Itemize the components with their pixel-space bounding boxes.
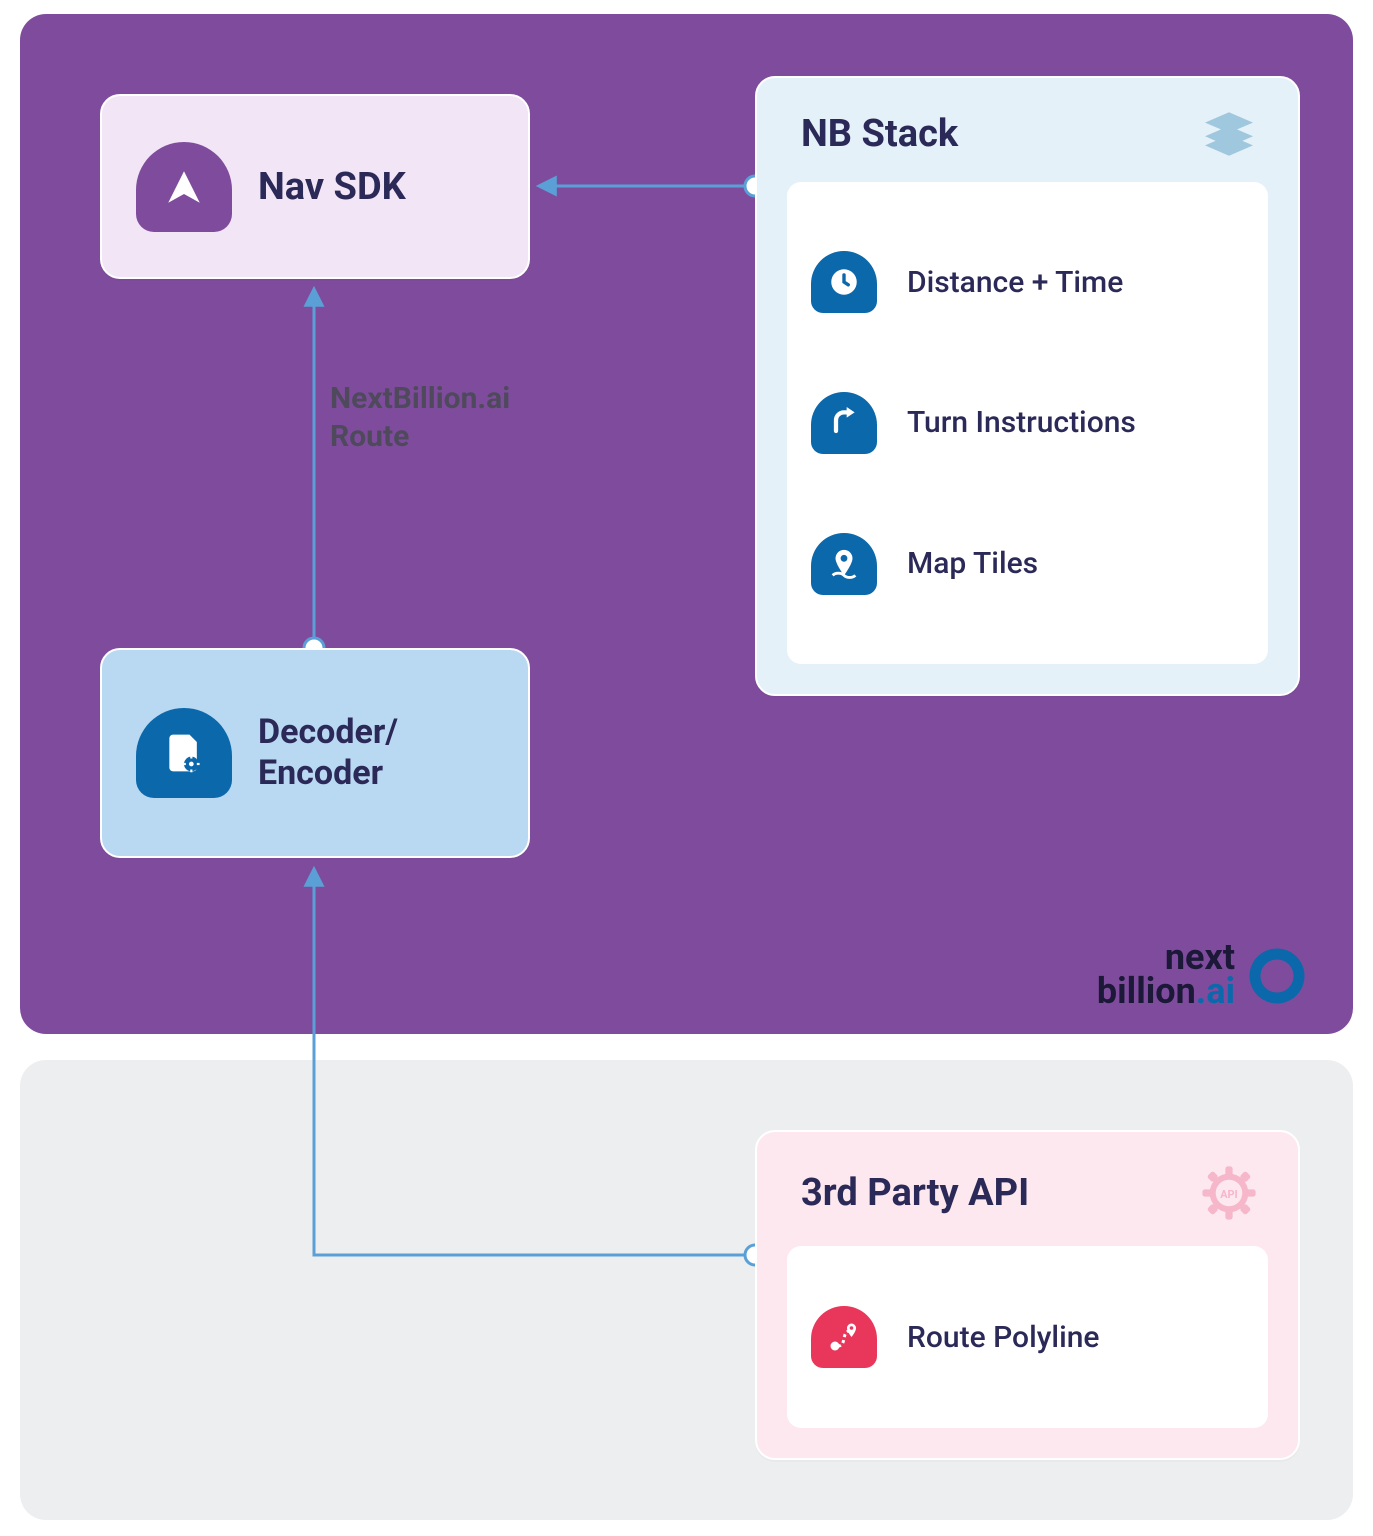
nb-stack-item-label: Turn Instructions (907, 405, 1136, 440)
nextbillion-logo: next billion.ai (1073, 888, 1313, 1008)
decoder-card: Decoder/ Encoder (100, 648, 530, 858)
logo-mark-icon (1243, 898, 1313, 1008)
logo-suffix: .ai (1196, 970, 1235, 1012)
third-party-item: Route Polyline (811, 1306, 1244, 1368)
nb-stack-item: Distance + Time (811, 251, 1244, 313)
nav-sdk-title: Nav SDK (258, 165, 406, 209)
diagram-stage: Nav SDK NextBillion.ai Route Decoder/ En… (0, 0, 1373, 1536)
api-gear-icon: API (1200, 1164, 1258, 1222)
nb-stack-item: Map Tiles (811, 533, 1244, 595)
clock-icon (811, 251, 877, 313)
nb-stack-card: NB Stack Distance + Time Turn Instructio… (755, 76, 1300, 696)
nb-stack-body: Distance + Time Turn Instructions Map Ti… (787, 182, 1268, 664)
nb-stack-title: NB Stack (801, 112, 958, 156)
third-party-body: Route Polyline (787, 1246, 1268, 1428)
turn-icon (811, 392, 877, 454)
decoder-icon (136, 708, 232, 798)
nav-icon (136, 142, 232, 232)
nb-stack-item: Turn Instructions (811, 392, 1244, 454)
edge-label: NextBillion.ai Route (330, 380, 630, 455)
decoder-title: Decoder/ Encoder (258, 712, 398, 794)
logo-line2: billion (1097, 970, 1196, 1012)
route-icon (811, 1306, 877, 1368)
nb-stack-item-label: Distance + Time (907, 265, 1123, 300)
nav-sdk-card: Nav SDK (100, 94, 530, 279)
map-pin-icon (811, 533, 877, 595)
svg-text:API: API (1220, 1188, 1237, 1201)
layers-icon (1200, 110, 1258, 158)
third-party-item-label: Route Polyline (907, 1320, 1099, 1355)
nb-stack-item-label: Map Tiles (907, 546, 1038, 581)
third-party-title: 3rd Party API (801, 1171, 1029, 1215)
third-party-card: 3rd Party API API (755, 1130, 1300, 1460)
